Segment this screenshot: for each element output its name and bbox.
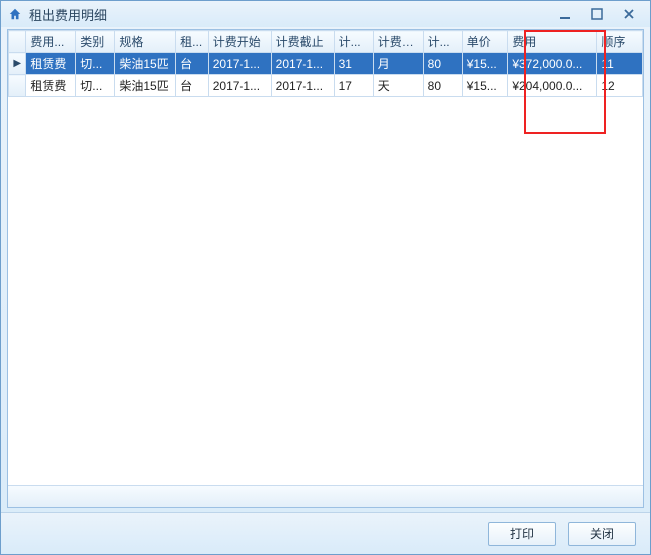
col-rent-unit[interactable]: 租...	[176, 31, 209, 53]
window-controls	[554, 6, 644, 22]
col-fee-name[interactable]: 费用...	[26, 31, 76, 53]
maximize-button[interactable]	[586, 6, 608, 22]
close-dialog-button[interactable]: 关闭	[568, 522, 636, 546]
cell-cost: ¥372,000.0...	[508, 53, 597, 75]
row-pointer	[9, 75, 26, 97]
cell-category: 切...	[76, 75, 115, 97]
grid-status-strip	[8, 485, 643, 507]
cell-start: 2017-1...	[208, 53, 271, 75]
content-panel: 费用... 类别 规格 租... 计费开始 计费截止 计... 计费天... 计…	[7, 29, 644, 508]
cell-spec: 柴油15匹	[115, 75, 176, 97]
cell-spec: 柴油15匹	[115, 53, 176, 75]
table-row[interactable]: ▶租赁费切...柴油15匹台2017-1...2017-1...31月80¥15…	[9, 53, 643, 75]
col-day-unit[interactable]: 计费天...	[373, 31, 423, 53]
cell-count: 17	[334, 75, 373, 97]
col-spec[interactable]: 规格	[115, 31, 176, 53]
cell-end: 2017-1...	[271, 75, 334, 97]
col-c-count[interactable]: 计...	[423, 31, 462, 53]
row-selector-header[interactable]	[9, 31, 26, 53]
row-pointer: ▶	[9, 53, 26, 75]
cell-unit-price: ¥15...	[462, 53, 508, 75]
cell-category: 切...	[76, 53, 115, 75]
minimize-button[interactable]	[554, 6, 576, 22]
cell-c-count: 80	[423, 53, 462, 75]
window-title: 租出费用明细	[29, 5, 554, 24]
cell-end: 2017-1...	[271, 53, 334, 75]
cell-order: 11	[597, 53, 643, 75]
cell-day-unit: 天	[373, 75, 423, 97]
table-row[interactable]: 租赁费切...柴油15匹台2017-1...2017-1...17天80¥15.…	[9, 75, 643, 97]
cell-order: 12	[597, 75, 643, 97]
col-unit-price[interactable]: 单价	[462, 31, 508, 53]
cell-cost: ¥204,000.0...	[508, 75, 597, 97]
col-order[interactable]: 顺序	[597, 31, 643, 53]
grid-table: 费用... 类别 规格 租... 计费开始 计费截止 计... 计费天... 计…	[8, 30, 643, 97]
cell-day-unit: 月	[373, 53, 423, 75]
col-start[interactable]: 计费开始	[208, 31, 271, 53]
footer-bar: 打印 关闭	[1, 512, 650, 554]
col-end[interactable]: 计费截止	[271, 31, 334, 53]
cell-rent-unit: 台	[176, 53, 209, 75]
print-button[interactable]: 打印	[488, 522, 556, 546]
col-category[interactable]: 类别	[76, 31, 115, 53]
cell-start: 2017-1...	[208, 75, 271, 97]
titlebar: 租出费用明细	[1, 1, 650, 27]
home-icon	[7, 6, 23, 22]
cell-fee-name: 租赁费	[26, 53, 76, 75]
cell-c-count: 80	[423, 75, 462, 97]
app-window: 租出费用明细	[0, 0, 651, 555]
data-grid[interactable]: 费用... 类别 规格 租... 计费开始 计费截止 计... 计费天... 计…	[8, 30, 643, 485]
cell-count: 31	[334, 53, 373, 75]
cell-unit-price: ¥15...	[462, 75, 508, 97]
grid-header-row: 费用... 类别 规格 租... 计费开始 计费截止 计... 计费天... 计…	[9, 31, 643, 53]
col-count[interactable]: 计...	[334, 31, 373, 53]
close-button[interactable]	[618, 6, 640, 22]
col-cost[interactable]: 费用	[508, 31, 597, 53]
cell-rent-unit: 台	[176, 75, 209, 97]
cell-fee-name: 租赁费	[26, 75, 76, 97]
